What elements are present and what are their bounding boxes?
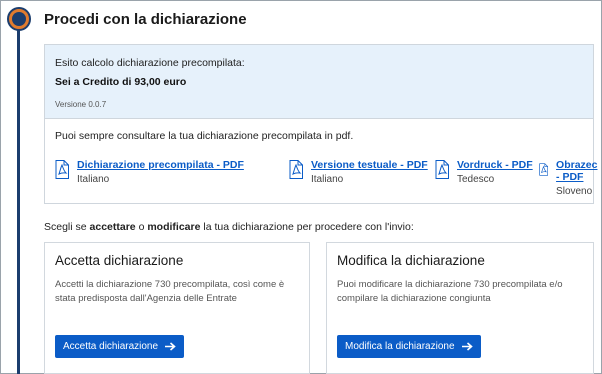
choose-text-middle: o	[135, 221, 148, 233]
summary-box: Esito calcolo dichiarazione precompilata…	[44, 44, 597, 204]
modify-declaration-button[interactable]: Modifica la dichiarazione	[337, 335, 481, 358]
page-title: Procedi con la dichiarazione	[44, 11, 247, 28]
pdf-item-obrazec: Obrazec - PDF Sloveno	[539, 159, 602, 197]
modify-card-title: Modifica la dichiarazione	[337, 253, 485, 268]
pdf-file-icon	[539, 163, 549, 176]
choose-accept-word: accettare	[89, 221, 136, 233]
pdf-item-vordruck: Vordruck - PDF Tedesco	[435, 159, 533, 185]
pdf-item-versione-testuale: Versione testuale - PDF Italiano	[289, 159, 428, 185]
arrow-right-icon	[461, 342, 473, 351]
pdf-link-versione-testuale[interactable]: Versione testuale - PDF	[311, 159, 428, 171]
pdf-lang-label: Sloveno	[556, 186, 593, 197]
choose-instruction: Scegli se accettare o modificare la tua …	[44, 221, 414, 233]
version-label: Versione 0.0.7	[55, 100, 107, 109]
pdf-link-obrazec[interactable]: Obrazec - PDF	[556, 159, 602, 183]
pdf-file-icon	[55, 160, 69, 179]
pdf-file-icon	[289, 160, 303, 179]
pdf-intro-text: Puoi sempre consultare la tua dichiarazi…	[55, 130, 354, 142]
summary-header: Esito calcolo dichiarazione precompilata…	[45, 45, 593, 119]
accept-card-title: Accetta dichiarazione	[55, 253, 184, 268]
pdf-file-icon	[435, 160, 449, 179]
pdf-list: Dichiarazione precompilata - PDF Italian…	[55, 159, 597, 197]
modify-button-label: Modifica la dichiarazione	[345, 341, 455, 352]
accept-declaration-button[interactable]: Accetta dichiarazione	[55, 335, 185, 358]
esito-label: Esito calcolo dichiarazione precompilata…	[55, 57, 245, 69]
pdf-item-dichiarazione: Dichiarazione precompilata - PDF Italian…	[55, 159, 244, 185]
modify-card: Modifica la dichiarazione Puoi modificar…	[326, 242, 594, 374]
choose-text-after: la tua dichiarazione per procedere con l…	[200, 221, 414, 233]
accept-card-description: Accetti la dichiarazione 730 precompilat…	[55, 279, 285, 304]
pdf-lang-label: Italiano	[311, 174, 344, 185]
accept-card: Accetta dichiarazione Accetti la dichiar…	[44, 242, 310, 374]
arrow-right-icon	[165, 342, 176, 351]
pdf-lang-label: Italiano	[77, 174, 110, 185]
timeline-line	[17, 30, 20, 374]
modify-card-description: Puoi modificare la dichiarazione 730 pre…	[337, 279, 563, 304]
pdf-lang-label: Tedesco	[457, 174, 495, 185]
choose-modify-word: modificare	[147, 221, 201, 233]
step-marker-icon	[7, 7, 31, 31]
choose-text-before: Scegli se	[44, 221, 90, 233]
accept-button-label: Accetta dichiarazione	[63, 341, 159, 352]
esito-value: Sei a Credito di 93,00 euro	[55, 76, 187, 88]
pdf-link-dichiarazione[interactable]: Dichiarazione precompilata - PDF	[77, 159, 244, 171]
pdf-link-vordruck[interactable]: Vordruck - PDF	[457, 159, 533, 171]
